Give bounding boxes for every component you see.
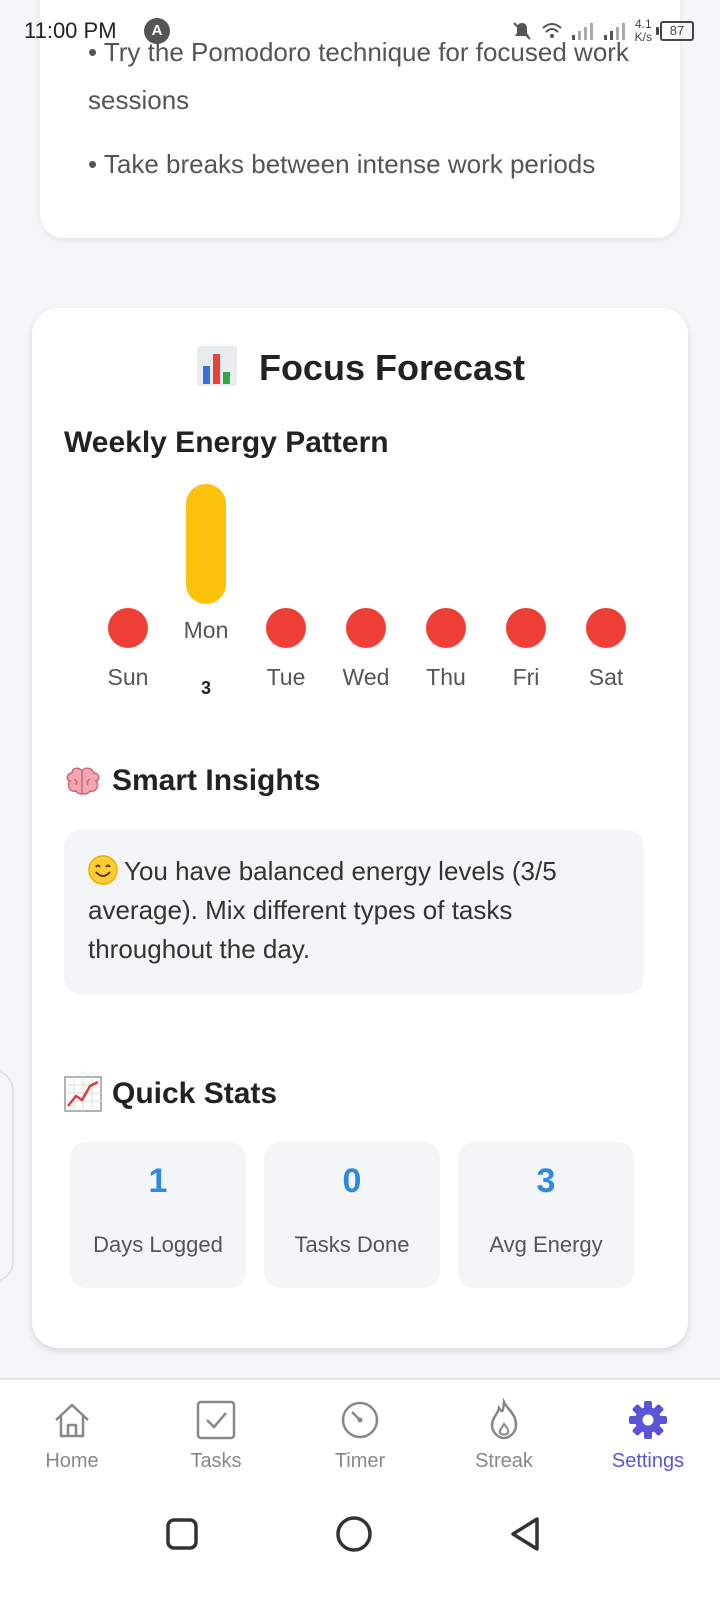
day-column-mon[interactable]: Mon 3	[166, 484, 246, 724]
notification-icon: A	[144, 18, 170, 44]
quick-stats-heading: Quick Stats	[64, 1076, 277, 1112]
day-energy-value: 3	[200, 678, 211, 698]
gear-icon	[629, 1401, 667, 1439]
signal-icon	[571, 23, 593, 40]
nav-tasks[interactable]: Tasks	[144, 1380, 288, 1492]
stat-avg-energy: 3 Avg Energy	[458, 1142, 634, 1288]
back-button[interactable]	[504, 1512, 548, 1556]
quick-stats-title: Quick Stats	[112, 1077, 278, 1110]
day-label: Mon	[183, 617, 229, 643]
energy-dot	[586, 608, 626, 648]
day-label: Sun	[107, 664, 149, 690]
stat-days-logged: 1 Days Logged	[70, 1142, 246, 1288]
signal-icon-2	[603, 23, 625, 40]
weekly-energy-chart: Sun Mon 3 Tue Wed Thu Fri Sat	[88, 484, 648, 724]
status-time: 11:00 PM	[24, 18, 117, 43]
insight-text: You have balanced energy levels (3/5 ave…	[88, 856, 557, 964]
status-icons: 4.1 K/s 87	[511, 16, 694, 46]
status-bar: 11:00 PM A 4.1 K/s 87	[0, 0, 720, 60]
battery-icon: 87	[656, 21, 694, 41]
day-label: Thu	[426, 664, 466, 690]
bottom-nav: Home Tasks Timer Streak Settings	[0, 1378, 720, 1492]
recents-button[interactable]	[160, 1512, 204, 1556]
home-icon	[55, 1403, 89, 1438]
system-nav-bar	[0, 1490, 720, 1600]
smart-insights-heading: Smart Insights	[64, 764, 320, 798]
day-column-tue[interactable]: Tue	[246, 484, 326, 724]
offscreen-card-edge	[0, 1070, 14, 1282]
stat-value: 0	[342, 1162, 362, 1200]
smiling-face-icon	[88, 855, 118, 885]
day-column-thu[interactable]: Thu	[406, 484, 486, 724]
stat-label: Days Logged	[93, 1232, 223, 1257]
mute-icon	[512, 22, 531, 40]
energy-dot	[506, 608, 546, 648]
day-column-sun[interactable]: Sun	[88, 484, 168, 724]
day-label: Sat	[588, 664, 624, 690]
weekly-energy-heading: Weekly Energy Pattern	[64, 426, 389, 459]
tip-item: • Take breaks between intense work perio…	[88, 149, 596, 179]
day-column-sat[interactable]: Sat	[566, 484, 646, 724]
day-label: Wed	[342, 664, 390, 690]
bar-chart-icon	[195, 344, 239, 397]
line-chart-icon	[64, 1076, 102, 1112]
stat-label: Tasks Done	[294, 1232, 410, 1257]
smart-insights-title: Smart Insights	[112, 764, 321, 797]
insight-message: You have balanced energy levels (3/5 ave…	[88, 852, 628, 969]
nav-label: Timer	[334, 1450, 386, 1472]
stat-tasks-done: 0 Tasks Done	[264, 1142, 440, 1288]
day-label: Fri	[512, 664, 540, 690]
nav-label: Streak	[475, 1450, 533, 1472]
day-column-wed[interactable]: Wed	[326, 484, 406, 724]
nav-label: Home	[45, 1450, 99, 1472]
energy-dot	[108, 608, 148, 648]
flame-icon	[490, 1398, 518, 1440]
insight-box: You have balanced energy levels (3/5 ave…	[64, 830, 644, 994]
forecast-title-row: Focus Forecast	[32, 344, 688, 397]
energy-bar	[186, 484, 226, 604]
home-button[interactable]	[332, 1512, 376, 1556]
day-column-fri[interactable]: Fri	[486, 484, 566, 724]
focus-forecast-card: Focus Forecast Weekly Energy Pattern Sun…	[32, 308, 688, 1348]
timer-icon	[341, 1401, 379, 1439]
stat-label: Avg Energy	[489, 1232, 603, 1257]
brain-icon	[66, 767, 100, 795]
energy-dot	[426, 608, 466, 648]
nav-timer[interactable]: Timer	[288, 1380, 432, 1492]
day-label: Tue	[266, 664, 306, 690]
nav-streak[interactable]: Streak	[432, 1380, 576, 1492]
energy-dot	[346, 608, 386, 648]
nav-label: Settings	[611, 1450, 685, 1472]
stat-value: 3	[536, 1162, 556, 1200]
net-speed: 4.1 K/s	[634, 17, 652, 44]
tasks-icon	[196, 1400, 236, 1440]
stat-value: 1	[148, 1162, 168, 1200]
energy-dot	[266, 608, 306, 648]
forecast-title: Focus Forecast	[258, 347, 526, 389]
nav-home[interactable]: Home	[0, 1380, 144, 1492]
nav-settings[interactable]: Settings	[576, 1380, 720, 1492]
wifi-icon	[541, 23, 562, 38]
nav-label: Tasks	[190, 1450, 242, 1472]
